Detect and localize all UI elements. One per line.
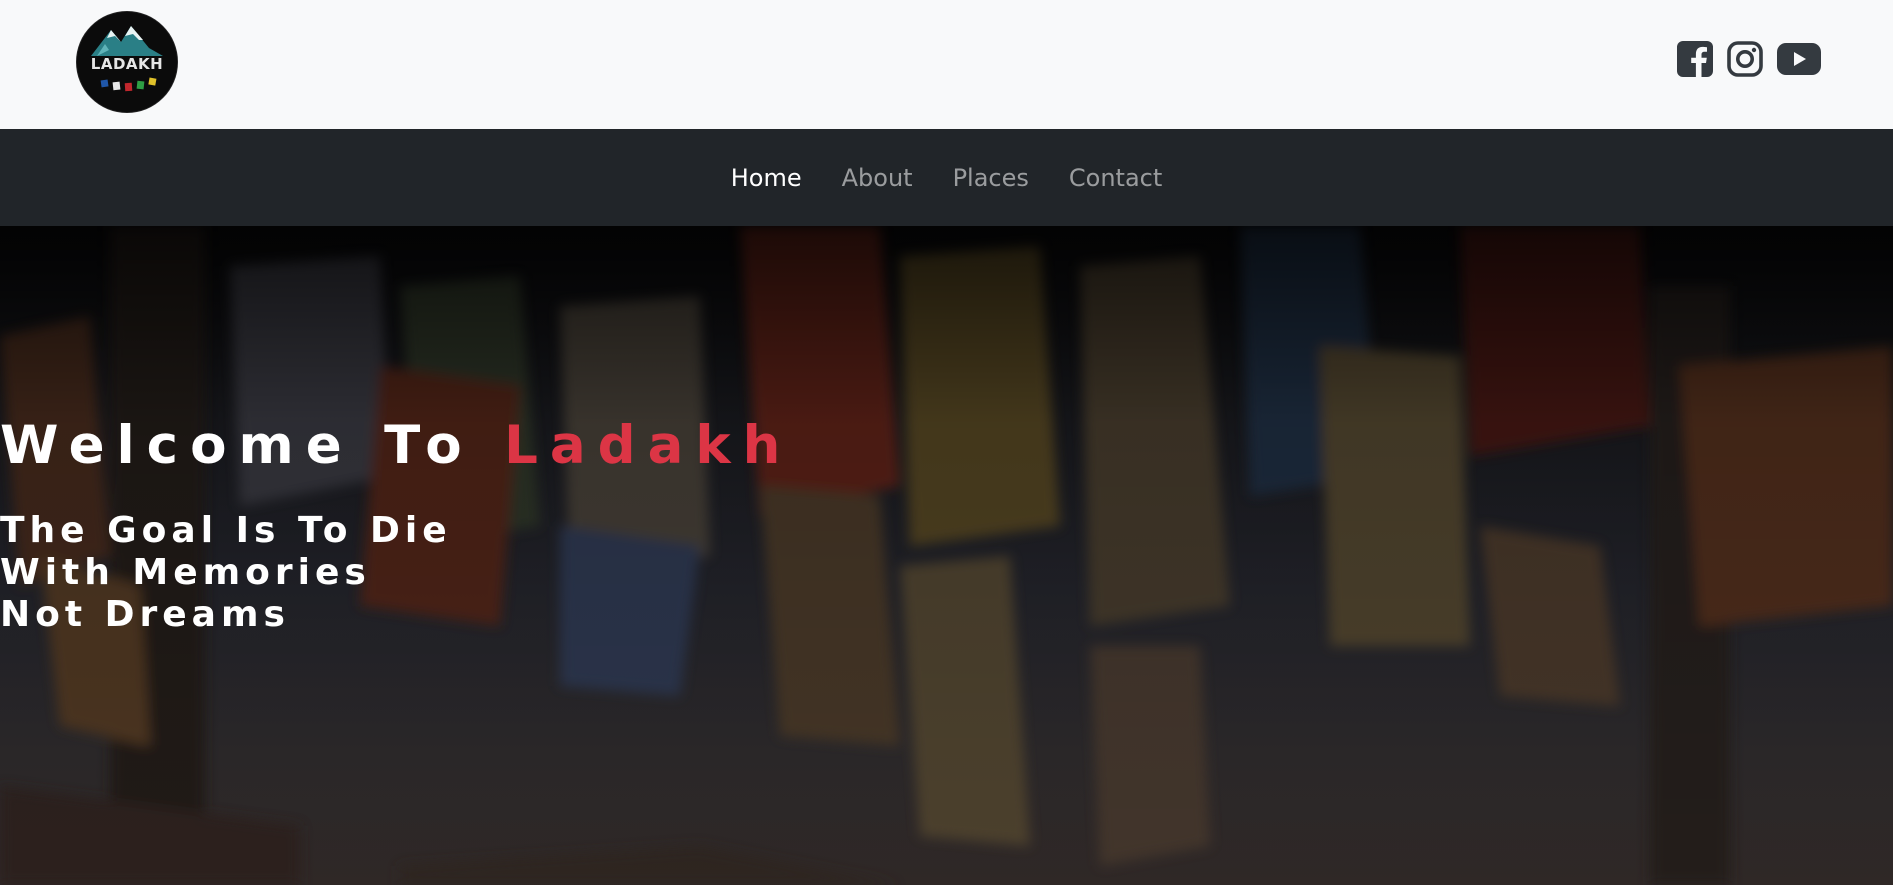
hero-subtitle: The Goal Is To Die With Memories Not Dre… xyxy=(0,510,1893,636)
youtube-icon[interactable] xyxy=(1777,43,1821,75)
hero-title-accent: Ladakh xyxy=(504,415,793,476)
hero-title-main: Welcome To xyxy=(0,415,505,476)
nav-places[interactable]: Places xyxy=(953,160,1029,196)
nav-contact[interactable]: Contact xyxy=(1069,160,1162,196)
logo-text: LADAKH xyxy=(90,55,164,73)
hero-subtitle-line: With Memories xyxy=(0,552,371,593)
top-header: LADAKH xyxy=(0,0,1893,129)
facebook-icon[interactable] xyxy=(1677,41,1713,77)
hero-title: Welcome To Ladakh xyxy=(0,415,1893,476)
hero-subtitle-line: Not Dreams xyxy=(0,594,290,635)
hero-section: Welcome To Ladakh The Goal Is To Die Wit… xyxy=(0,226,1893,885)
main-navbar: Home About Places Contact xyxy=(0,129,1893,226)
hero-subtitle-line: The Goal Is To Die xyxy=(0,510,452,551)
instagram-icon[interactable] xyxy=(1727,41,1763,77)
ladakh-logo[interactable]: LADAKH xyxy=(77,12,177,112)
nav-about[interactable]: About xyxy=(842,160,913,196)
nav-home[interactable]: Home xyxy=(731,160,802,196)
social-links xyxy=(1677,41,1821,77)
